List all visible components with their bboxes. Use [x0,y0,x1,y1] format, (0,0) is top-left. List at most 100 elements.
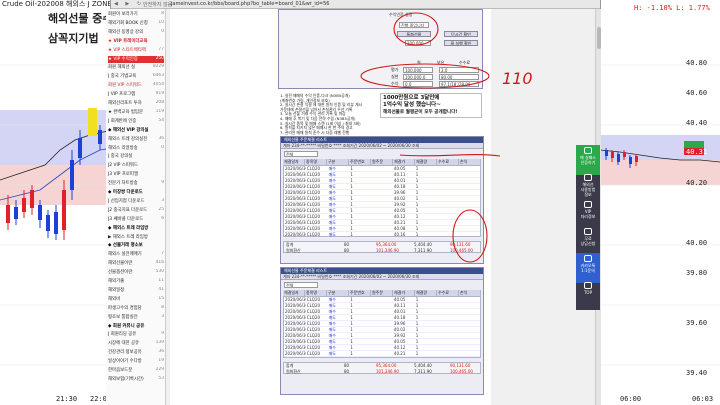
sidebar-item[interactable]: ◆ 해외선 VIP 강의실 [108,127,164,134]
sidebar-item[interactable]: 평조보 통합실전 3 [108,314,164,321]
sidebar-item[interactable]: ◆ 회원 커뮤니 공유 [108,323,164,330]
sidebar-item[interactable]: J VIP 프로그램 919 [108,91,164,98]
filter-select[interactable]: 전체 [284,282,318,288]
sidebar-item[interactable]: 전문가 차트방송 9 [108,180,164,187]
quick-menu-item[interactable]: 해외선 사용방법 정보 [576,172,600,202]
sidebar-item[interactable]: 파생고수의 경험담 8 [108,305,164,312]
table-cell: 1 [350,172,353,177]
top-icon [584,282,592,289]
quick-menu-item[interactable]: 무료 상담신청 [576,226,600,256]
table-cell: 2020/06/30 [285,196,306,201]
label-a-button[interactable]: 통화선물 [397,31,431,37]
table-cell: 1 [415,309,419,314]
order-grid-1: 해외선물 주문체결 리스트 계좌 234-**-***** 비밀번호 **** … [280,136,484,264]
grid-toolbar[interactable]: 계좌 234-**-***** 비밀번호 **** 조회기간 2020/06/0… [281,274,483,280]
url-text[interactable]: jameinvest.co.kr/bbs/board.php?bo_table=… [171,1,329,7]
table-cell: 1 [350,166,353,171]
sidebar-item[interactable]: 일상이야기 수다방 19 [108,358,164,365]
table-cell: 1 [415,333,419,338]
sidebar-item[interactable]: ★ VIP 스타트배타팩 77 [108,47,164,54]
status-dropdown[interactable]: 진행 중입니다 [399,22,429,28]
table-cell: CLQ20 [306,303,321,308]
sidebar-item[interactable]: J 중국 강의실 [108,153,164,160]
sidebar-item[interactable]: ◆ 해외스 트레 라임방 [108,225,164,232]
sidebar-item[interactable]: 해외기출 11 [108,278,164,285]
summary-amount: 101,346.90 [376,369,399,374]
sidebar-item[interactable]: J 회원리딩 공유 9 [108,331,164,338]
table-cell: 1 [415,297,419,302]
filter-select[interactable]: 전체 [284,151,318,157]
sidebar-item-label: 평조보 통합실전 [108,314,138,320]
sidebar-item[interactable]: J2 VIP 스피워드 [108,162,164,169]
table-row[interactable]: 2020/06/30 CLQ20 매도 1 40.21 1 [284,351,480,357]
sidebar-item[interactable]: J 선입지점 다운로드 3 [108,198,164,205]
sidebar-item[interactable]: J3 VIP 프로피엘 [108,171,164,178]
table-cell: 2020/06/30 [285,226,306,231]
sidebar-item[interactable]: 회원 VIP 스피워드 4054 [108,82,164,89]
quick-menu-item[interactable]: 카카오톡 1:1문의 [576,253,600,283]
sidebar-item[interactable]: 해외기회 BOOK 신청 10 [108,20,164,27]
table-cell [458,202,480,207]
table-cell: 매수 [328,178,336,183]
summary-value: 80 [344,248,350,253]
sidebar-item[interactable]: ◆ 선물거래 평소보 [108,242,164,249]
table-cell: 매도 [328,232,336,237]
sidebar-item[interactable]: 해외스 실전매매기 7 [108,251,164,258]
sidebar-item[interactable]: J 중국 기법교육 6463 [108,73,164,80]
sidebar-item[interactable]: 해외보험(기록시간) 53 [108,376,164,383]
phone-icon [584,228,592,235]
scrollbar-thumb[interactable] [597,27,601,49]
sidebar-item-label: 회원 VIP 스피워드 [108,83,142,89]
table-cell: 1 [350,321,353,326]
table-cell: 1 [350,178,353,183]
table-cell: 매수 [328,190,336,195]
table-cell: CLQ20 [306,208,321,213]
sidebar-item-count: 41 [158,286,164,292]
label-c-button[interactable]: 클 실행 확인 [444,40,478,46]
table-cell: 2020/06/30 [285,178,306,183]
label-b-button[interactable]: 단시간 확인 [444,31,478,37]
sidebar-item[interactable]: J2 중국지표 다운로드 25 [108,207,164,214]
quick-menu-item[interactable]: 매 실패스 인증하기 [576,145,600,175]
table-cell [436,196,458,201]
sidebar-item[interactable]: 해외일정 41 [108,287,164,294]
nav-buttons[interactable]: ◀ ▶ ↻ [114,1,144,7]
sidebar-item[interactable]: 시장에 대한 공유 139 [108,340,164,347]
table-cell [371,184,393,189]
quick-menu-item[interactable]: VIP 자리정보 [576,199,600,229]
sidebar-item[interactable]: ▶ 해외스 트레 라임방 [108,234,164,241]
order-grid-2: 해외선물 주문체결 리스트 계좌 234-**-***** 비밀번호 **** … [280,267,484,395]
sidebar-item[interactable]: ◆ 미장쌍 다운로드 [108,189,164,196]
main-content: 수익인증 설정 진행 중입니다 통화선물 100,000 단시간 확인 클 실행… [170,9,491,405]
sidebar-item[interactable]: 회원 해외선 실 8229 [108,64,164,71]
security-indicator[interactable]: 안전하지 않음 [143,1,172,8]
sidebar-item[interactable]: 해외선리포트 투자 208 [108,100,164,107]
table-cell: 2020/06/30 [285,339,306,344]
promo-line: 해외선물로 월평균이 모두 공개합니다! [383,110,458,115]
table-row[interactable]: 2020/06/30 CLQ20 매도 1 40.16 1 [284,232,480,238]
sidebar-item[interactable]: ★ VIP 수익인증 250 [108,55,164,63]
sidebar-item[interactable]: 선물옵션이란 530 [108,269,164,276]
sidebar-item[interactable]: ★ 완벽교육 법입문 119 [108,109,164,116]
sidebar-item-count: 416 [155,260,164,266]
sidebar-item[interactable]: ★ VIP 트레이더교육 [108,38,164,45]
value-box[interactable]: 100,000 [405,40,431,46]
sidebar-item[interactable]: 해외비 15 [108,296,164,303]
summary-value: 80 [344,363,350,368]
sidebar-item[interactable]: J 회계반에 인증 54 [108,118,164,125]
sidebar-item[interactable]: 회원이 보러가기 8 [108,11,164,18]
sidebar-item[interactable]: 해외스 트레 강의실천 36 [108,136,164,143]
table-cell: CLQ20 [306,178,321,183]
quick-menu-item[interactable]: TOP [576,280,600,310]
sidebar-item-count: 4054 [152,82,164,88]
sidebar-item[interactable]: 한마음보드분 229 [108,367,164,374]
sidebar-item[interactable]: 해외선 동영상 강의 0 [108,29,164,36]
table-cell: CLQ20 [306,172,321,177]
sidebar-item[interactable]: 건강관리 정보공유 36 [108,349,164,356]
sidebar-item-label: 해외보험(기록시간) [108,376,144,382]
address-bar[interactable]: ◀ ▶ ↻ 안전하지 않음 jameinvest.co.kr/bbs/board… [111,0,600,9]
sidebar-item[interactable]: 해외선물이란 416 [108,260,164,267]
sidebar-item[interactable]: 해외스 리얼방송 0 [108,145,164,152]
sidebar-item[interactable]: J3 쎄바클 다운로드 6 [108,216,164,223]
grid-toolbar[interactable]: 계좌 234-**-***** 비밀번호 **** 조회기간 2020/06/0… [281,143,483,149]
